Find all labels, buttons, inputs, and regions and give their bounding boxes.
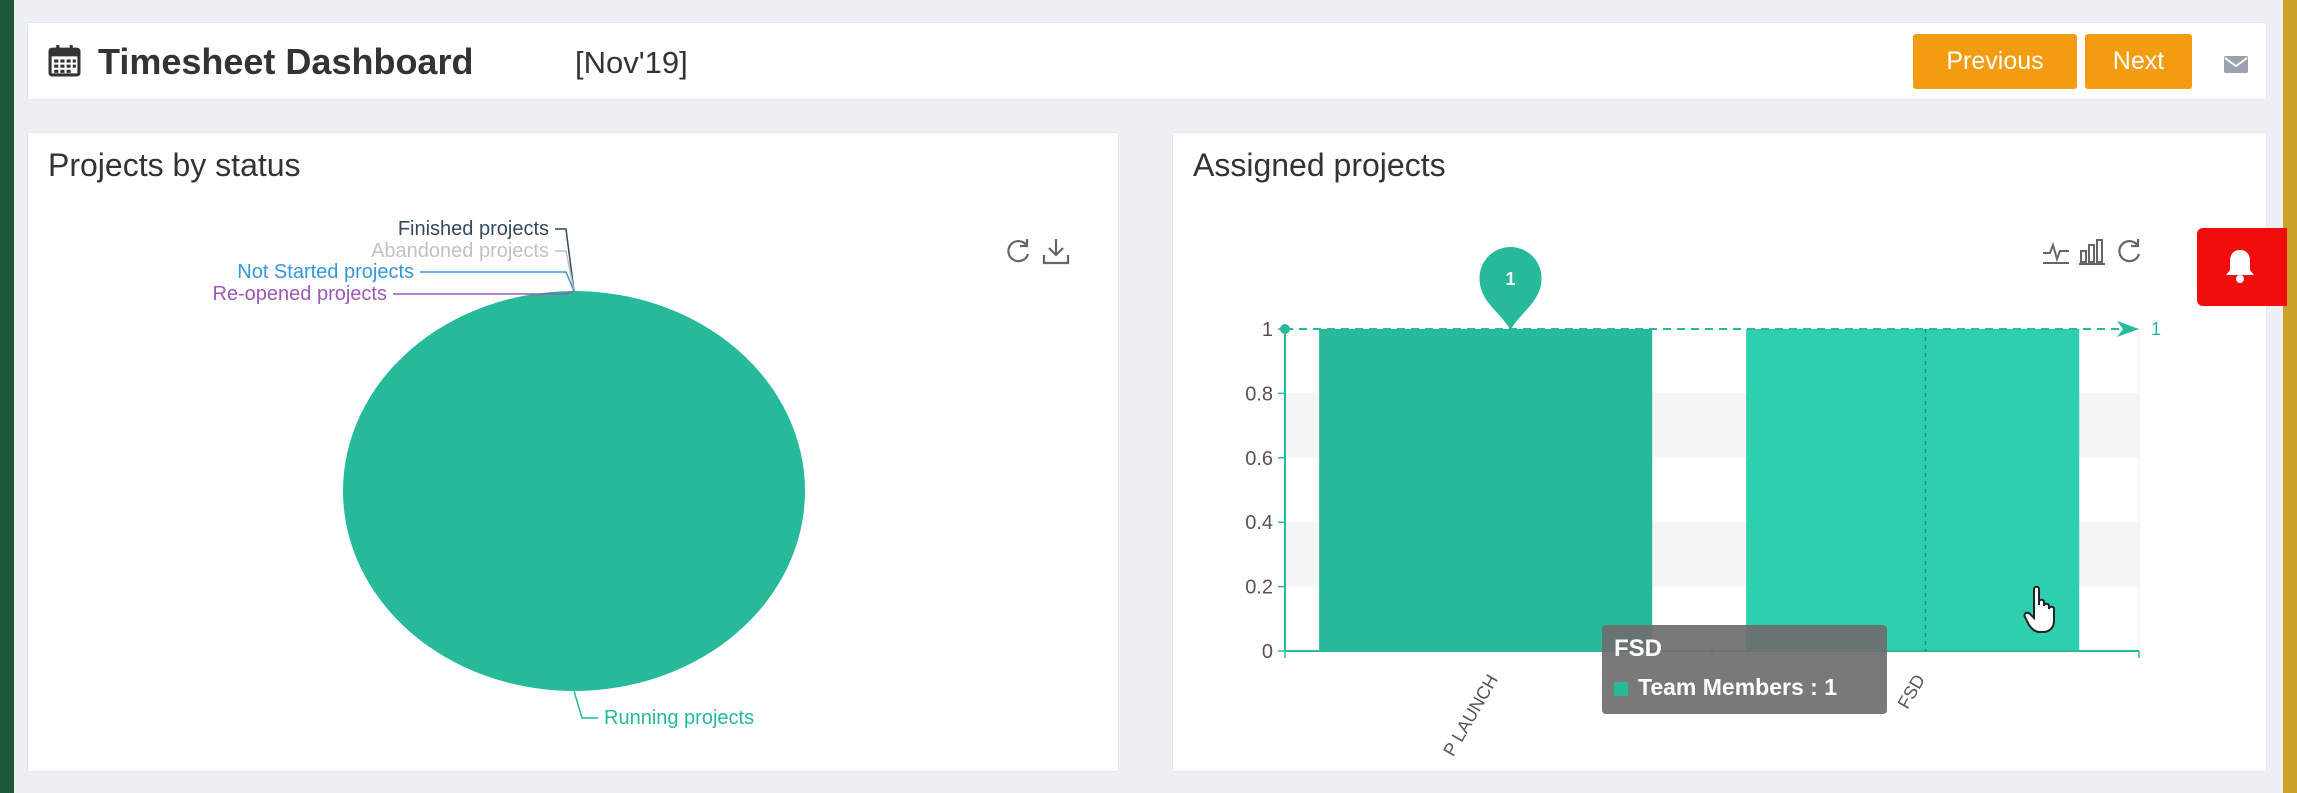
hand-cursor-icon — [2023, 585, 2055, 633]
pie-leader-line — [420, 271, 575, 292]
calendar-icon — [48, 45, 81, 77]
page-title: Timesheet Dashboard — [98, 41, 474, 82]
y-tick-label: 0.4 — [1245, 512, 1273, 534]
projects-by-status-panel: Projects by status Finished projects Aban… — [27, 132, 1119, 772]
pie-slice-label: Running projects — [604, 707, 754, 729]
previous-button[interactable]: Previous — [1913, 34, 2077, 89]
left-edge — [0, 0, 14, 793]
pie-slice-label: Re-opened projects — [212, 283, 387, 305]
chart-tooltip: FSD Team Members : 1 — [1602, 625, 1887, 714]
x-tick-label: FSD — [1894, 671, 1929, 712]
bell-icon — [2226, 250, 2254, 283]
pie-slice-label: Finished projects — [398, 218, 549, 240]
dashboard-header: Timesheet Dashboard [Nov'19] Previous Ne… — [27, 22, 2267, 100]
pie-slice[interactable] — [343, 291, 805, 691]
next-button[interactable]: Next — [2085, 34, 2192, 89]
tooltip-swatch — [1614, 682, 1628, 696]
bar[interactable] — [1319, 329, 1653, 651]
y-tick-label: 0.6 — [1245, 448, 1273, 470]
envelope-icon[interactable] — [2224, 56, 2248, 73]
pie-leader-line — [555, 228, 575, 292]
pie-slice-label: Abandoned projects — [371, 240, 549, 262]
markline-label: 1 — [2151, 319, 2161, 339]
y-tick-label: 0.2 — [1245, 577, 1273, 599]
pie-chart: Finished projectsAbandoned projectsNot S… — [212, 218, 805, 729]
y-tick-label: 1 — [1262, 319, 1273, 341]
y-tick-label: 0 — [1262, 641, 1273, 663]
x-tick-label: P LAUNCH — [1439, 671, 1502, 760]
tooltip-value: Team Members : 1 — [1638, 674, 1837, 700]
y-tick-label: 0.8 — [1245, 383, 1273, 405]
right-edge — [2283, 0, 2297, 793]
period-label: [Nov'19] — [575, 45, 688, 80]
markpoint-label: 1 — [1505, 269, 1515, 289]
tooltip-title: FSD — [1614, 635, 1662, 662]
notification-button[interactable] — [2197, 228, 2287, 306]
pie-leader-line — [573, 690, 598, 719]
pie-slice-label: Not Started projects — [237, 261, 414, 283]
